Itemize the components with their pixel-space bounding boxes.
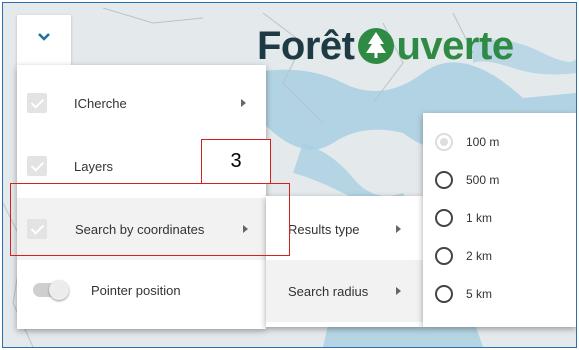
checkbox-layers[interactable] xyxy=(27,156,47,176)
screenshot-frame: Forêt uverte ICherche Layers Search by c… xyxy=(2,2,577,348)
radius-option[interactable]: 500 m xyxy=(423,161,576,199)
radius-option[interactable]: 1 km xyxy=(423,199,576,237)
radio-button[interactable] xyxy=(435,171,453,189)
annotation-number-box: 3 xyxy=(201,139,271,184)
collapse-menu-button[interactable] xyxy=(17,15,71,65)
radius-option[interactable]: 100 m xyxy=(423,123,576,161)
submenu-arrow-icon xyxy=(396,287,401,295)
radio-button[interactable] xyxy=(435,133,453,151)
radius-option-label: 2 km xyxy=(466,249,493,263)
checkbox-icherche[interactable] xyxy=(27,93,47,113)
radius-option-label: 1 km xyxy=(466,211,493,225)
menu-item-label: Layers xyxy=(74,158,114,174)
menu-item-label: ICherche xyxy=(74,95,127,111)
toggle-label: Pointer position xyxy=(91,282,181,298)
radius-option-label: 100 m xyxy=(466,135,500,149)
chevron-down-icon xyxy=(38,33,50,41)
toggle-knob xyxy=(49,280,69,300)
submenu-arrow-icon xyxy=(396,225,401,233)
annotation-highlight-box xyxy=(10,183,290,256)
submenu-arrow-icon xyxy=(241,99,246,107)
radius-option[interactable]: 5 km xyxy=(423,275,576,313)
radius-option-label: 500 m xyxy=(466,173,500,187)
search-radius-options: 100 m 500 m 1 km 2 km 5 km xyxy=(423,113,576,327)
radius-option-label: 5 km xyxy=(466,287,493,301)
menu-item-icherche[interactable]: ICherche xyxy=(17,72,266,134)
pointer-position-toggle[interactable] xyxy=(33,280,69,300)
radio-button[interactable] xyxy=(435,285,453,303)
tree-logo-icon xyxy=(357,28,394,64)
submenu-item-search-radius[interactable]: Search radius xyxy=(266,260,423,322)
pointer-position-toggle-row[interactable]: Pointer position xyxy=(17,259,266,321)
annotation-number: 3 xyxy=(230,150,242,172)
radio-button[interactable] xyxy=(435,247,453,265)
radius-option[interactable]: 2 km xyxy=(423,237,576,275)
submenu-item-label: Results type xyxy=(288,221,360,237)
brand-logo: Forêt uverte xyxy=(257,21,514,71)
radio-button[interactable] xyxy=(435,209,453,227)
logo-text-foret: Forêt xyxy=(257,23,355,68)
submenu-item-label: Search radius xyxy=(288,283,369,299)
logo-text-ouverte: uverte xyxy=(396,23,515,68)
